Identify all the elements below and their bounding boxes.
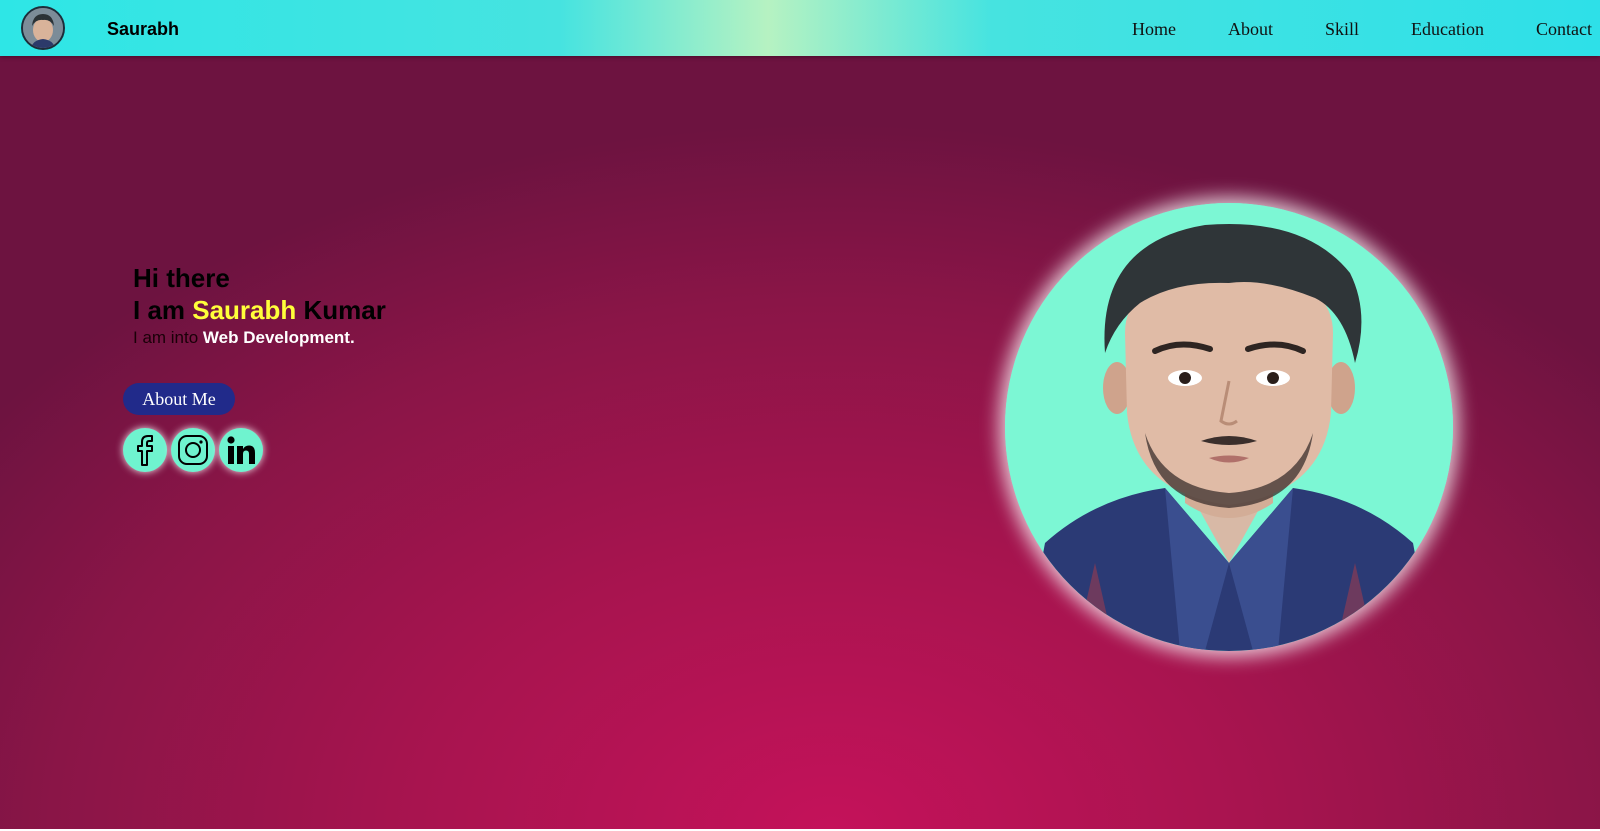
nav-link-contact[interactable]: Contact xyxy=(1536,18,1592,40)
facebook-icon xyxy=(137,435,153,466)
linkedin-icon xyxy=(227,436,255,464)
brand-name[interactable]: Saurabh xyxy=(107,18,179,40)
avatar-face-icon xyxy=(23,8,63,48)
instagram-icon xyxy=(178,435,208,465)
hero-last-name: Kumar xyxy=(296,295,386,325)
nav-links: Home About Skill Education Contact xyxy=(1080,18,1592,40)
hero-role-line: I am into Web Development. xyxy=(133,328,355,348)
hero-first-name: Saurabh xyxy=(192,295,297,325)
hero-into-prefix: I am into xyxy=(133,328,203,347)
nav-link-about[interactable]: About xyxy=(1228,18,1273,40)
brand-avatar[interactable] xyxy=(21,6,65,50)
about-me-button[interactable]: About Me xyxy=(123,383,235,415)
linkedin-button[interactable] xyxy=(219,428,263,472)
facebook-button[interactable] xyxy=(123,428,167,472)
nav-link-skill[interactable]: Skill xyxy=(1325,18,1359,40)
navbar: Saurabh Home About Skill Education Conta… xyxy=(0,0,1600,56)
hero-iam-prefix: I am xyxy=(133,295,193,325)
nav-link-home[interactable]: Home xyxy=(1132,18,1176,40)
instagram-button[interactable] xyxy=(171,428,215,472)
profile-photo xyxy=(1005,203,1453,651)
hero-name-line: I am Saurabh Kumar xyxy=(133,295,386,325)
hero-greeting: Hi there xyxy=(133,263,230,293)
hero-role: Web Development. xyxy=(202,328,355,347)
nav-link-education[interactable]: Education xyxy=(1411,18,1484,40)
profile-portrait-image xyxy=(1005,203,1453,651)
